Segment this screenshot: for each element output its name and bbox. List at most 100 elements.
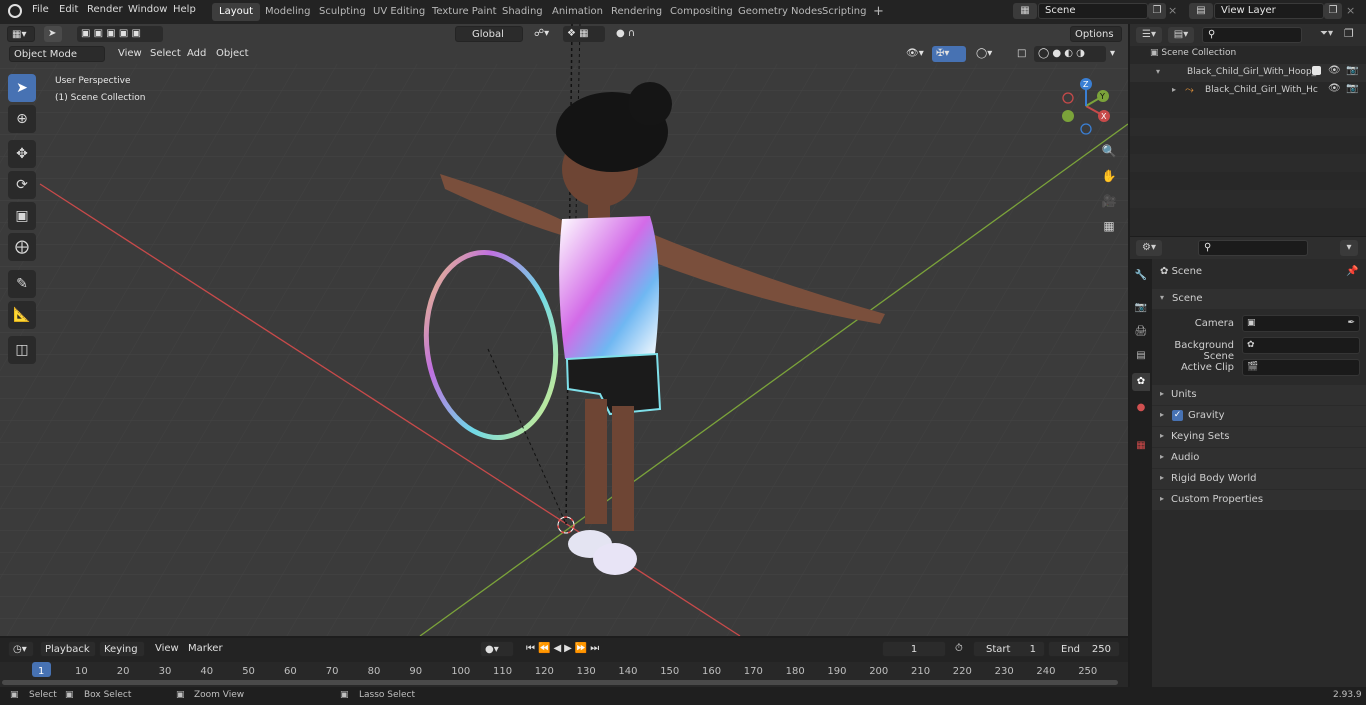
menu-add[interactable]: Add [183,46,210,62]
menu-object[interactable]: Object [212,46,253,62]
outliner-row[interactable]: ▸ ⤳ Black_Child_Girl_With_Hc 👁 📷 [1130,82,1366,100]
visibility-icon[interactable]: 👁▾ [902,46,930,62]
view-layer-browse-icon[interactable]: ▤ [1189,3,1213,19]
proportional-edit-icon[interactable]: ● ∩ [612,26,656,42]
camera-render-icon[interactable]: 📷 [1346,65,1358,76]
tab-shading[interactable]: Shading [495,3,550,21]
properties-search-input[interactable]: ⚲ [1198,240,1308,256]
shading-mode-icons[interactable]: ◯ ● ◐ ◑ [1034,46,1106,62]
eyedropper-icon[interactable]: ✒ [1347,316,1355,331]
view-layer-tab-icon[interactable]: ▤ [1132,347,1150,365]
eye-icon[interactable]: 👁 [1328,65,1341,76]
rigid-body-world-panel[interactable]: ▸ Rigid Body World [1152,469,1366,489]
view-layer-copy-icon[interactable]: ❐ [1324,3,1342,19]
timeline-scrollbar[interactable] [2,680,1118,685]
options-dropdown[interactable]: Options [1070,26,1122,42]
zoom-icon[interactable]: 🔍 [1098,140,1120,162]
stopwatch-icon[interactable]: ⏱ [951,641,969,657]
end-frame-field[interactable]: End 250 [1048,641,1120,657]
menu-select[interactable]: Select [146,46,185,62]
new-collection-icon[interactable]: ❐ [1344,27,1354,40]
outliner-editor-type-icon[interactable]: ☰▾ [1136,27,1162,43]
camera-view-icon[interactable]: 🎥 [1098,190,1120,212]
tab-uv-editing[interactable]: UV Editing [366,3,432,21]
texture-tab-icon[interactable]: ▦ [1132,437,1150,455]
menu-render[interactable]: Render [87,4,123,15]
marker-menu[interactable]: Marker [184,641,227,657]
properties-editor-type-icon[interactable]: ⚙▾ [1136,240,1162,256]
background-scene-field[interactable]: ✿ [1242,337,1360,354]
pivot-point-icon[interactable]: ☍▾ [530,26,560,42]
tab-sculpting[interactable]: Sculpting [312,3,373,21]
properties-options-icon[interactable]: ▾ [1340,240,1358,256]
tool-cursor-icon[interactable]: ⊕ [8,105,36,133]
tab-compositing[interactable]: Compositing [663,3,740,21]
scene-tab-icon[interactable]: ✿ [1132,373,1150,391]
keying-menu[interactable]: Keying [99,641,145,657]
blender-logo-icon[interactable] [8,4,22,18]
auto-keying-icon[interactable]: ●▾ [480,641,514,657]
current-frame-field[interactable]: 1 [882,641,946,657]
xray-icon[interactable]: □ [1013,46,1029,62]
outliner-root[interactable]: ▣ Scene Collection [1150,48,1236,58]
audio-panel[interactable]: ▸ Audio [1152,448,1366,468]
add-workspace-icon[interactable]: + [866,3,891,21]
tool-tab-icon[interactable]: 🔧 [1132,267,1150,285]
custom-properties-panel[interactable]: ▸ Custom Properties [1152,490,1366,510]
scene-panel-header[interactable]: ▾ Scene [1152,289,1366,309]
snap-icon[interactable]: ❖ ▦ [563,26,605,42]
start-frame-field[interactable]: Start 1 [973,641,1045,657]
timeline-editor-type-icon[interactable]: ◷▾ [8,641,34,657]
keying-sets-panel[interactable]: ▸ Keying Sets [1152,427,1366,447]
navigation-gizmo[interactable]: X Y Z [1058,76,1122,138]
tool-transform-icon[interactable]: ⨁ [8,233,36,261]
tool-add-cube-icon[interactable]: ◫ [8,336,36,364]
ortho-toggle-icon[interactable]: ▦ [1098,215,1120,237]
camera-field[interactable]: ▣ ✒ [1242,315,1360,332]
outliner-row[interactable]: ▾ Black_Child_Girl_With_Hoop_1 👁 📷 [1130,64,1366,82]
timeline-view-menu[interactable]: View [151,641,183,657]
playback-controls-icons[interactable]: ⏮⏪◀▶⏩⏭ [522,641,630,657]
tool-measure-icon[interactable]: 📐 [8,301,36,329]
overlay-toggle-icon[interactable]: ◯▾ [972,46,1006,62]
pan-hand-icon[interactable]: ✋ [1098,165,1120,187]
outliner-search-input[interactable]: ⚲ [1202,27,1302,43]
tool-rotate-icon[interactable]: ⟳ [8,171,36,199]
tab-scripting[interactable]: Scripting [815,3,873,21]
tool-annotate-icon[interactable]: ✎ [8,270,36,298]
menu-help[interactable]: Help [173,4,196,15]
playback-menu[interactable]: Playback [40,641,96,657]
filter-icon[interactable]: ⏷▾ [1320,28,1333,39]
menu-view[interactable]: View [114,46,146,62]
tab-rendering[interactable]: Rendering [604,3,669,21]
display-mode-icon[interactable]: ▤▾ [1168,27,1194,43]
render-tab-icon[interactable]: 📷 [1132,299,1150,317]
shading-options-icon[interactable]: ▾ [1106,46,1120,62]
gravity-checkbox[interactable]: ✓ [1172,410,1183,421]
menu-file[interactable]: File [32,4,49,15]
menu-window[interactable]: Window [128,4,167,15]
scene-field[interactable]: Scene [1038,3,1148,19]
3d-viewport[interactable]: ▦▾ ➤ ▣ ▣ ▣ ▣ ▣ Global ☍▾ ❖ ▦ ● ∩ Options… [0,24,1128,636]
tab-layout[interactable]: Layout [212,3,260,21]
scene-copy-icon[interactable]: ❐ [1148,3,1166,19]
select-mode-icons[interactable]: ▣ ▣ ▣ ▣ ▣ [77,26,163,42]
tab-texture-paint[interactable]: Texture Paint [425,3,504,21]
menu-edit[interactable]: Edit [59,4,78,15]
tab-modeling[interactable]: Modeling [258,3,318,21]
output-tab-icon[interactable]: 🖨 [1132,323,1150,341]
world-tab-icon[interactable]: ● [1132,399,1150,417]
transform-orientation-dropdown[interactable]: Global [455,26,523,42]
gravity-panel[interactable]: ▸ ✓ Gravity [1152,406,1366,426]
mode-dropdown[interactable]: Object Mode [9,46,105,62]
tool-select-box-icon[interactable]: ➤ [8,74,36,102]
tab-animation[interactable]: Animation [545,3,610,21]
camera-render-icon[interactable]: 📷 [1346,83,1358,94]
scene-browse-icon[interactable]: ▦ [1013,3,1037,19]
expand-arrow-icon[interactable]: ▾ [1156,67,1160,76]
tool-scale-icon[interactable]: ▣ [8,202,36,230]
editor-type-icon[interactable]: ▦▾ [7,26,35,42]
expand-arrow-icon[interactable]: ▸ [1172,85,1176,94]
tool-move-icon[interactable]: ✥ [8,140,36,168]
select-tool-icon[interactable]: ➤ [44,26,62,42]
